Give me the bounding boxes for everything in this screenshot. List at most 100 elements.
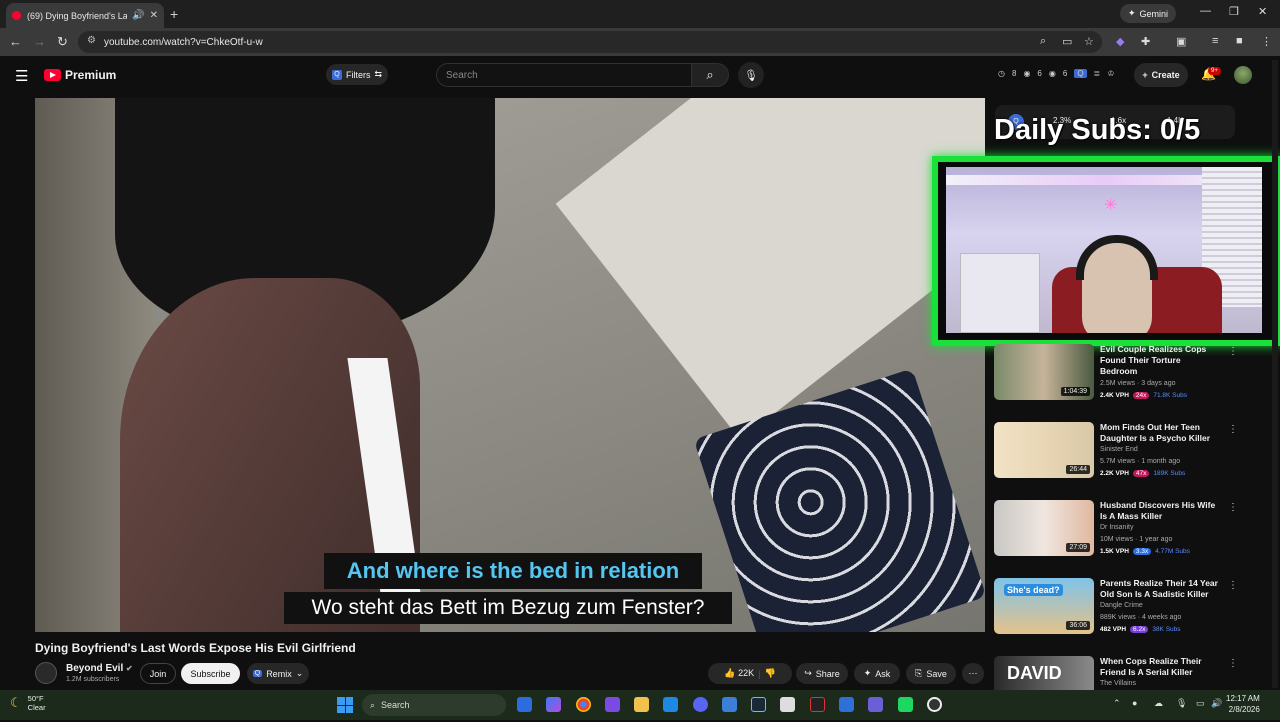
extension-icon[interactable]: ◆	[1116, 35, 1124, 48]
puzzle-icon[interactable]: ✚	[1141, 35, 1150, 48]
restore-icon[interactable]: ❐	[1229, 5, 1239, 18]
create-button[interactable]: + Create	[1134, 63, 1188, 87]
share-button[interactable]: ↪ Share	[796, 663, 848, 684]
extension-stats[interactable]: ◷ 8 ◉ 6 ◉ 6 Q ≣ ♔	[998, 69, 1114, 78]
copilot-icon[interactable]	[546, 697, 561, 712]
menu-kebab-icon[interactable]: ⋮	[1261, 35, 1272, 48]
browser-tab[interactable]: (69) Dying Boyfriend's Last 🔊 ✕	[6, 3, 164, 28]
recommended-video[interactable]: 26:44 Mom Finds Out Her Teen Daughter Is…	[994, 422, 1274, 488]
vscode-icon[interactable]	[839, 697, 854, 712]
app-icon-green[interactable]	[898, 697, 913, 712]
tray-app-icon[interactable]: ●	[1132, 698, 1137, 708]
game-app-icon[interactable]	[810, 697, 825, 712]
more-vertical-icon[interactable]: ⋮	[1228, 502, 1238, 513]
file-explorer-icon[interactable]	[634, 697, 649, 712]
tab-close-icon[interactable]: ✕	[150, 10, 158, 21]
save-button[interactable]: ⎘ Save	[906, 663, 956, 684]
recommended-title[interactable]: Evil Couple Realizes Cops Found Their To…	[1100, 344, 1220, 377]
media-icon[interactable]: ≡	[1212, 35, 1218, 47]
video-thumbnail[interactable]: 27:09	[994, 500, 1094, 556]
teams-icon[interactable]	[868, 697, 883, 712]
youtube-premium-logo[interactable]: Premium	[44, 68, 116, 82]
recommended-video[interactable]: 27:09 Husband Discovers His Wife Is A Ma…	[994, 500, 1274, 566]
system-clock[interactable]: 12:17 AM 2/8/2026	[1226, 693, 1260, 715]
cast-icon[interactable]: ▭	[1062, 35, 1072, 48]
zoom-icon[interactable]: ⌕	[1040, 35, 1046, 48]
recommended-title[interactable]: When Cops Realize Their Friend Is A Seri…	[1100, 656, 1220, 678]
vph-stat: 482 VPH	[1100, 626, 1127, 633]
filters-button[interactable]: Q Filters ⇆	[326, 64, 388, 85]
recommended-stats: 1.5K VPH 3.3x 4.77M Subs	[1100, 548, 1190, 555]
recommended-title[interactable]: Mom Finds Out Her Teen Daughter Is a Psy…	[1100, 422, 1220, 444]
channel-name[interactable]: Beyond Evil ✔	[66, 663, 133, 674]
recommended-title[interactable]: Parents Realize Their 14 Year Old Son Is…	[1100, 578, 1220, 600]
thumbnail-text	[1004, 350, 1010, 352]
discord-icon[interactable]	[693, 697, 708, 712]
recommended-title[interactable]: Husband Discovers His Wife Is A Mass Kil…	[1100, 500, 1220, 522]
volume-icon[interactable]: 🔊	[1211, 698, 1222, 709]
more-actions-button[interactable]: ⋯	[962, 663, 984, 684]
windows-start-icon[interactable]	[337, 697, 353, 713]
verified-icon: ✔	[126, 664, 133, 673]
like-button[interactable]: 👍 22K	[724, 668, 754, 679]
join-button[interactable]: Join	[140, 663, 176, 684]
dislike-button[interactable]: 👎	[764, 668, 775, 679]
speaker-icon[interactable]: 🔊	[132, 10, 144, 21]
notepad-icon[interactable]	[663, 697, 678, 712]
video-thumbnail[interactable]: 26:44	[994, 422, 1094, 478]
video-thumbnail[interactable]: 1:04:39	[994, 344, 1094, 400]
share-label: Share	[815, 668, 840, 679]
gemini-button[interactable]: ✦ Gemini	[1120, 4, 1176, 23]
close-window-icon[interactable]: ✕	[1258, 5, 1267, 18]
search-button[interactable]: ⌕	[691, 63, 729, 87]
more-vertical-icon[interactable]: ⋮	[1228, 346, 1238, 357]
reload-icon[interactable]: ↻	[57, 34, 68, 50]
tray-cloud-icon[interactable]: ☁	[1154, 698, 1163, 709]
recommended-channel[interactable]: ...	[1100, 368, 1106, 375]
search-input[interactable]: Search	[436, 63, 692, 87]
weather-widget[interactable]: ☾ 50°F Clear	[10, 694, 46, 712]
more-vertical-icon[interactable]: ⋮	[1228, 658, 1238, 669]
hamburger-menu-icon[interactable]: ☰	[15, 67, 28, 85]
video-player[interactable]	[35, 98, 985, 632]
tray-chevron-icon[interactable]: ⌃	[1113, 698, 1121, 709]
subscribe-button[interactable]: Subscribe	[181, 663, 240, 684]
bookmark-star-icon[interactable]: ☆	[1084, 35, 1094, 48]
steam-icon[interactable]	[751, 697, 766, 712]
network-icon[interactable]: ▭	[1196, 698, 1205, 709]
minimize-icon[interactable]: —	[1200, 5, 1211, 17]
recommended-channel[interactable]: Dr Insanity	[1100, 524, 1133, 531]
chrome-icon[interactable]	[576, 697, 591, 712]
voice-search-button[interactable]: 🎙	[738, 62, 764, 88]
obs-icon[interactable]	[927, 697, 942, 712]
sidepanel-icon[interactable]: ▣	[1176, 35, 1186, 48]
taskbar-search[interactable]: ⌕ Search	[362, 694, 506, 716]
more-vertical-icon[interactable]: ⋮	[1228, 580, 1238, 591]
recommended-channel[interactable]: The Villains	[1100, 680, 1136, 687]
recommended-video[interactable]: She's dead? 36:06 Parents Realize Their …	[994, 578, 1274, 644]
store-icon[interactable]	[780, 697, 795, 712]
avatar[interactable]	[1234, 66, 1252, 84]
more-vertical-icon[interactable]: ⋮	[1228, 424, 1238, 435]
ask-button[interactable]: ✦ Ask	[854, 663, 900, 684]
recommended-channel[interactable]: Dangle Crime	[1100, 602, 1143, 609]
task-view-icon[interactable]	[517, 697, 532, 712]
recommended-channel[interactable]: Sinister End	[1100, 446, 1138, 453]
profile-icon[interactable]: ■	[1236, 35, 1243, 47]
new-tab-button[interactable]: +	[170, 6, 178, 22]
photos-icon[interactable]	[722, 697, 737, 712]
page-scrollbar[interactable]	[1272, 60, 1278, 688]
remix-button[interactable]: Q Remix ⌄	[247, 663, 309, 684]
thumbs-up-icon: 👍	[724, 668, 736, 678]
site-info-icon[interactable]: ⚙	[87, 35, 96, 46]
forward-arrow-icon[interactable]: →	[33, 34, 46, 49]
app-icon-purple[interactable]	[605, 697, 620, 712]
channel-avatar[interactable]	[35, 662, 57, 684]
like-count: 22K	[738, 668, 755, 678]
back-arrow-icon[interactable]: ←	[9, 34, 22, 49]
address-bar[interactable]: ⚙ youtube.com/watch?v=ChkeOtf-u-w	[78, 31, 1102, 53]
recommended-video[interactable]: 1:04:39 Evil Couple Realizes Cops Found …	[994, 344, 1274, 410]
youtube-header: ☰ Premium Q Filters ⇆ Search ⌕ 🎙 ◷ 8 ◉ 6 ◉…	[0, 56, 1280, 94]
microphone-tray-icon[interactable]: 🎙	[1176, 698, 1187, 709]
video-thumbnail[interactable]: She's dead? 36:06	[994, 578, 1094, 634]
